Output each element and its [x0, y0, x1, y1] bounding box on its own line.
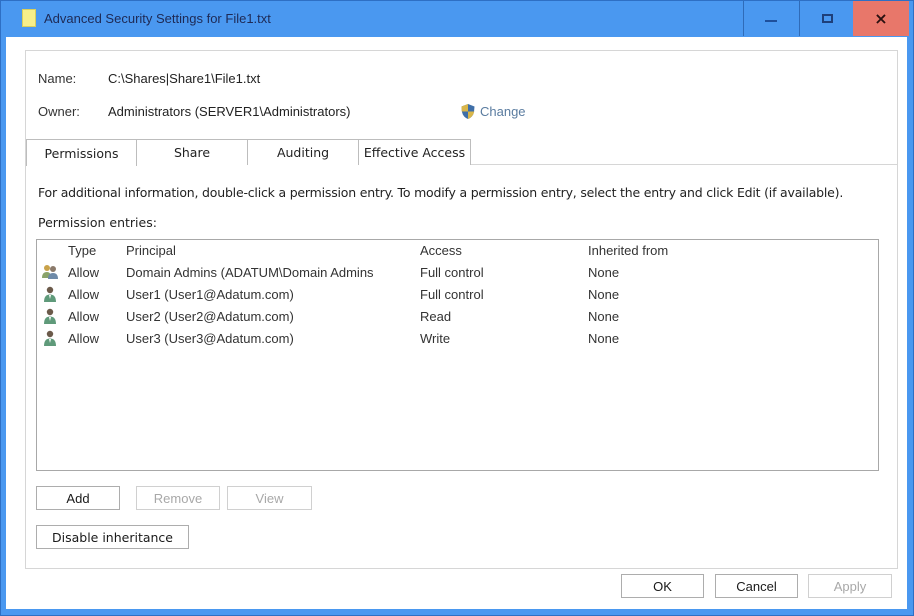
settings-panel: Name: C:\Shares|Share1\File1.txt Owner: …	[25, 50, 898, 569]
uac-shield-icon	[461, 104, 475, 119]
file-icon	[22, 9, 36, 27]
name-value: C:\Shares|Share1\File1.txt	[108, 71, 261, 86]
list-item[interactable]: Allow Domain Admins (ADATUM\Domain Admin…	[37, 262, 878, 284]
view-button[interactable]: View	[227, 486, 312, 510]
user-icon	[41, 285, 59, 303]
entry-type: Allow	[68, 331, 100, 346]
entry-inherited-from: None	[588, 265, 620, 280]
entry-access: Full control	[420, 287, 484, 302]
tab-effective-access[interactable]: Effective Access	[358, 139, 471, 165]
entry-principal: Domain Admins (ADATUM\Domain Admins	[126, 265, 374, 280]
group-icon	[41, 263, 59, 281]
entry-inherited-from: None	[588, 287, 620, 302]
help-text: For additional information, double-click…	[38, 185, 844, 200]
tab-bar: Permissions Share Auditing Effective Acc…	[26, 139, 897, 166]
window-title: Advanced Security Settings for File1.txt	[44, 11, 271, 26]
maximize-icon	[821, 14, 833, 23]
entry-type: Allow	[68, 265, 100, 280]
column-header-inherited-from[interactable]: Inherited from	[588, 243, 668, 258]
apply-button[interactable]: Apply	[808, 574, 892, 598]
ok-button[interactable]: OK	[621, 574, 704, 598]
permission-entries-label: Permission entries:	[38, 215, 157, 230]
minimize-button[interactable]	[743, 1, 798, 36]
minimize-icon	[765, 19, 777, 22]
entry-access: Read	[420, 309, 452, 324]
user-icon	[41, 307, 59, 325]
tab-auditing[interactable]: Auditing	[247, 139, 359, 165]
entry-type: Allow	[68, 287, 100, 302]
column-header-access[interactable]: Access	[420, 243, 462, 258]
disable-inheritance-button[interactable]: Disable inheritance	[36, 525, 189, 549]
entry-principal: User2 (User2@Adatum.com)	[126, 309, 294, 324]
add-button[interactable]: Add	[36, 486, 120, 510]
title-bar[interactable]: Advanced Security Settings for File1.txt…	[1, 1, 913, 37]
owner-value: Administrators (SERVER1\Administrators)	[108, 104, 351, 119]
list-item[interactable]: Allow User1 (User1@Adatum.com) Full cont…	[37, 284, 878, 306]
list-item[interactable]: Allow User3 (User3@Adatum.com) Write Non…	[37, 328, 878, 350]
name-label: Name:	[38, 71, 77, 86]
column-header-type[interactable]: Type	[68, 243, 96, 258]
permission-entries-list[interactable]: Type Principal Access Inherited from All…	[36, 239, 879, 471]
dialog-client-area: Name: C:\Shares|Share1\File1.txt Owner: …	[6, 37, 907, 609]
owner-label: Owner:	[38, 104, 80, 119]
remove-button[interactable]: Remove	[136, 486, 220, 510]
advanced-security-settings-window: Advanced Security Settings for File1.txt…	[0, 0, 914, 616]
change-owner-link[interactable]: Change	[460, 103, 526, 120]
list-item[interactable]: Allow User2 (User2@Adatum.com) Read None	[37, 306, 878, 328]
entry-type: Allow	[68, 309, 100, 324]
entry-principal: User3 (User3@Adatum.com)	[126, 331, 294, 346]
entry-inherited-from: None	[588, 331, 620, 346]
cancel-button[interactable]: Cancel	[715, 574, 798, 598]
maximize-button[interactable]	[799, 1, 854, 36]
close-icon: ×	[874, 8, 888, 28]
entry-access: Full control	[420, 265, 484, 280]
close-button[interactable]: ×	[853, 1, 909, 36]
entry-access: Write	[420, 331, 451, 346]
entry-inherited-from: None	[588, 309, 620, 324]
list-header: Type Principal Access Inherited from	[37, 243, 878, 261]
change-label: Change	[480, 104, 526, 119]
user-icon	[41, 329, 59, 347]
column-header-principal[interactable]: Principal	[126, 243, 176, 258]
entry-principal: User1 (User1@Adatum.com)	[126, 287, 294, 302]
tab-share[interactable]: Share	[136, 139, 248, 165]
tab-permissions[interactable]: Permissions	[26, 139, 137, 166]
